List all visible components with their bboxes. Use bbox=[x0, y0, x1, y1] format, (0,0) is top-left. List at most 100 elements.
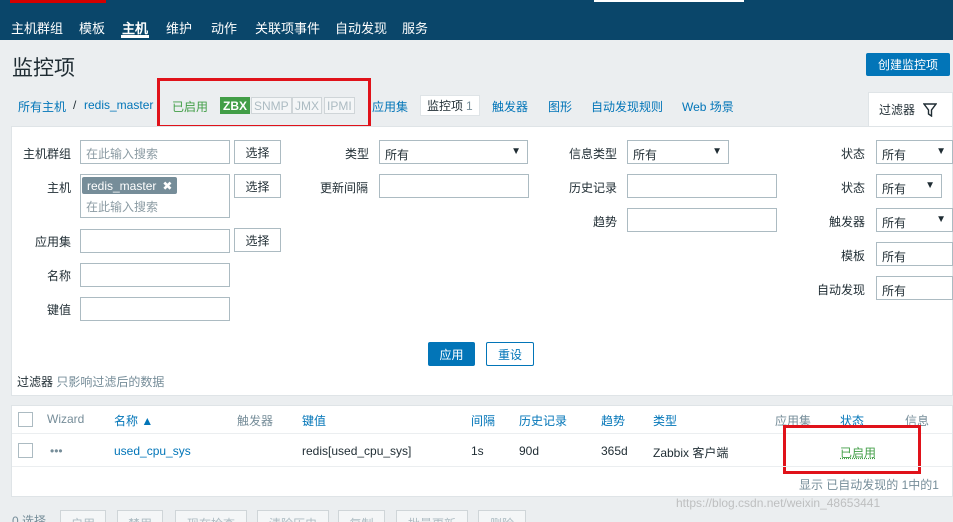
filter-application-select-button[interactable]: 选择 bbox=[234, 228, 281, 252]
nav-item-services[interactable]: 服务 bbox=[402, 18, 428, 37]
filter-tab-label: 过滤器 bbox=[879, 103, 916, 117]
filter-type-select[interactable]: 所有 ▼ bbox=[379, 140, 528, 164]
filter-host-label: 主机 bbox=[47, 181, 72, 195]
breadcrumb-all-hosts[interactable]: 所有主机 bbox=[18, 98, 66, 115]
selected-count: 0 选择 bbox=[12, 514, 47, 522]
row-item-status-link[interactable]: 已启用 bbox=[840, 444, 876, 461]
filter-key-label: 键值 bbox=[47, 303, 72, 317]
column-header-status[interactable]: 状态 bbox=[840, 412, 864, 429]
filter-trends-input[interactable] bbox=[627, 208, 777, 232]
tab-graphs[interactable]: 图形 bbox=[548, 98, 572, 115]
column-header-history[interactable]: 历史记录 bbox=[519, 412, 567, 429]
tab-items[interactable]: 监控项 1 bbox=[420, 95, 480, 116]
chip-remove-icon[interactable]: ✖ bbox=[162, 179, 172, 193]
breadcrumb-separator: / bbox=[73, 98, 77, 112]
column-header-type[interactable]: 类型 bbox=[653, 412, 677, 429]
filter-update-interval-input[interactable] bbox=[379, 174, 529, 198]
dropdown-arrow-icon: ▼ bbox=[511, 146, 521, 157]
filter-status-select[interactable]: 所有 ▼ bbox=[876, 174, 942, 198]
column-header-key[interactable]: 键值 bbox=[302, 412, 326, 429]
availability-zbx-badge: ZBX bbox=[220, 97, 250, 114]
filter-name-input[interactable] bbox=[80, 263, 230, 287]
filter-application-input[interactable] bbox=[80, 229, 230, 253]
mass-disable-button[interactable]: 禁用 bbox=[117, 510, 163, 522]
page-title: 监控项 bbox=[12, 57, 75, 80]
tab-discovery-rules[interactable]: 自动发现规则 bbox=[591, 98, 663, 115]
table-row-divider bbox=[12, 466, 952, 467]
breadcrumb-host[interactable]: redis_master bbox=[84, 98, 153, 112]
select-all-checkbox[interactable] bbox=[18, 412, 33, 427]
filter-host-select-button[interactable]: 选择 bbox=[234, 174, 281, 198]
column-header-interval[interactable]: 间隔 bbox=[471, 412, 495, 429]
row-item-interval: 1s bbox=[471, 444, 484, 458]
filter-note-title: 过滤器 bbox=[17, 375, 54, 389]
create-item-button[interactable]: 创建监控项 bbox=[866, 53, 950, 76]
filter-status-label: 状态 bbox=[841, 181, 866, 195]
filter-state-label: 状态 bbox=[841, 147, 866, 161]
tab-applications[interactable]: 应用集 bbox=[372, 98, 408, 115]
filter-type-label: 类型 bbox=[345, 147, 370, 161]
filter-info-type-select[interactable]: 所有 ▼ bbox=[627, 140, 729, 164]
nav-item-actions[interactable]: 动作 bbox=[211, 18, 237, 37]
mass-delete-button[interactable]: 删除 bbox=[478, 510, 526, 522]
filter-update-interval-label: 更新间隔 bbox=[320, 181, 369, 195]
apply-filter-button[interactable]: 应用 bbox=[428, 342, 475, 366]
filter-triggers-select[interactable]: 所有 ▼ bbox=[876, 208, 953, 232]
filter-host-group-select-button[interactable]: 选择 bbox=[234, 140, 281, 164]
host-status-enabled[interactable]: 已启用 bbox=[172, 98, 208, 115]
nav-item-templates[interactable]: 模板 bbox=[79, 18, 105, 37]
column-header-wizard: Wizard bbox=[47, 412, 85, 426]
filter-discovery-value: 所有 bbox=[882, 284, 907, 298]
filter-state-value: 所有 bbox=[882, 148, 907, 162]
filter-history-input[interactable] bbox=[627, 174, 777, 198]
row-checkbox[interactable] bbox=[18, 443, 33, 458]
global-search-input[interactable] bbox=[594, 0, 744, 2]
filter-host-chip[interactable]: redis_master ✖ bbox=[82, 177, 178, 194]
dropdown-arrow-icon: ▼ bbox=[936, 214, 946, 225]
availability-ipmi-badge: IPMI bbox=[324, 97, 355, 114]
dropdown-arrow-icon: ▼ bbox=[712, 146, 722, 157]
filter-info-type-value: 所有 bbox=[633, 148, 658, 162]
filter-trends-label: 趋势 bbox=[593, 215, 618, 229]
column-header-trends[interactable]: 趋势 bbox=[601, 412, 625, 429]
watermark: https://blog.csdn.net/weixin_48653441 bbox=[676, 496, 881, 510]
mass-update-button[interactable]: 批量更新 bbox=[396, 510, 468, 522]
tab-web-scenarios[interactable]: Web 场景 bbox=[682, 98, 734, 115]
row-item-name-link[interactable]: used_cpu_sys bbox=[114, 444, 191, 458]
dropdown-arrow-icon: ▼ bbox=[925, 180, 935, 191]
row-item-history: 90d bbox=[519, 444, 540, 458]
column-header-applications: 应用集 bbox=[775, 414, 812, 428]
filter-state-select[interactable]: 所有 ▼ bbox=[876, 140, 953, 164]
filter-triggers-value: 所有 bbox=[882, 216, 907, 230]
reset-filter-button[interactable]: 重设 bbox=[486, 342, 534, 366]
filter-application-label: 应用集 bbox=[35, 235, 72, 249]
mass-enable-button[interactable]: 启用 bbox=[60, 510, 106, 522]
filter-key-input[interactable] bbox=[80, 297, 230, 321]
mass-copy-button[interactable]: 复制 bbox=[338, 510, 385, 522]
nav-item-discovery[interactable]: 自动发现 bbox=[335, 18, 387, 37]
nav-item-maintenance[interactable]: 维护 bbox=[166, 18, 192, 37]
row-item-key: redis[used_cpu_sys] bbox=[302, 444, 412, 458]
filter-host-chip-label: redis_master bbox=[87, 178, 157, 193]
column-header-name[interactable]: 名称 ▲ bbox=[114, 412, 153, 429]
tab-triggers[interactable]: 触发器 bbox=[492, 98, 528, 115]
filter-discovery-select[interactable]: 所有 bbox=[876, 276, 953, 300]
tab-items-count: 1 bbox=[466, 98, 473, 113]
row-wizard-menu-icon[interactable]: ••• bbox=[50, 444, 63, 458]
filter-name-label: 名称 bbox=[47, 269, 72, 283]
filter-template-value: 所有 bbox=[882, 250, 907, 264]
filter-template-select[interactable]: 所有 bbox=[876, 242, 953, 266]
mass-clear-history-button[interactable]: 清除历史 bbox=[257, 510, 329, 522]
logo bbox=[10, 0, 106, 3]
availability-jmx-badge: JMX bbox=[292, 97, 322, 114]
nav-active-indicator bbox=[121, 35, 149, 38]
table-header-divider bbox=[12, 433, 952, 434]
filter-host-group-input[interactable]: 在此输入搜索 bbox=[80, 140, 230, 164]
filter-note-text: 只影响过滤后的数据 bbox=[56, 375, 165, 389]
filter-tab[interactable]: 过滤器 bbox=[868, 92, 953, 126]
filter-host-group-label: 主机群组 bbox=[23, 147, 72, 161]
nav-item-event-correlation[interactable]: 关联项事件 bbox=[255, 18, 320, 37]
tab-items-label: 监控项 bbox=[427, 99, 464, 113]
nav-item-host-groups[interactable]: 主机群组 bbox=[11, 18, 63, 37]
mass-check-now-button[interactable]: 现在检查 bbox=[175, 510, 247, 522]
